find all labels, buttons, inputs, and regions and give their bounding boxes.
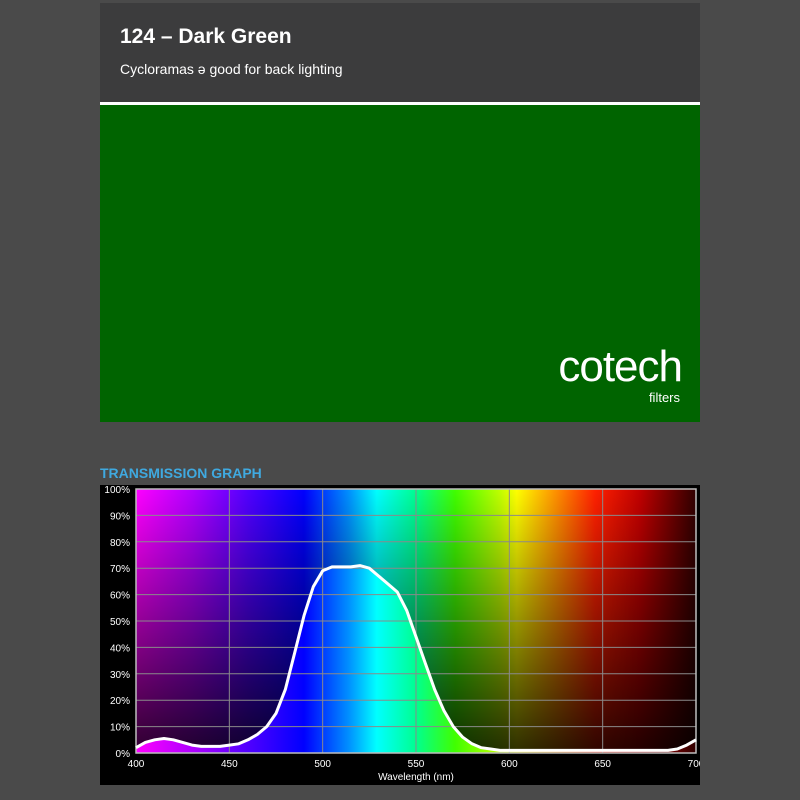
x-axis-label: Wavelength (nm) — [378, 772, 454, 783]
y-tick-label: 10% — [110, 723, 130, 734]
color-swatch: cotech filters — [100, 105, 700, 422]
y-tick-label: 40% — [110, 643, 130, 654]
y-tick-label: 80% — [110, 538, 130, 549]
y-tick-label: 20% — [110, 696, 130, 707]
y-tick-label: 70% — [110, 564, 130, 575]
x-tick-label: 400 — [128, 759, 145, 770]
x-tick-label: 550 — [408, 759, 425, 770]
filter-title: 124 – Dark Green — [120, 25, 292, 48]
transmission-chart: 0%10%20%30%40%50%60%70%80%90%100%400 450 5… — [104, 485, 700, 783]
x-tick-label: 700 — [688, 759, 700, 770]
cotech-logo: cotech — [558, 342, 683, 391]
y-tick-label: 90% — [110, 511, 130, 522]
filter-header: 124 – Dark Green Cycloramas ə good for b… — [100, 3, 700, 105]
x-tick-label: 650 — [594, 759, 611, 770]
y-tick-label: 30% — [110, 670, 130, 681]
y-tick-label: 100% — [104, 485, 130, 496]
x-tick-label: 600 — [501, 759, 518, 770]
transmission-graph: 0% 10% 20% 30% 40% 50% 60% 70% 80% 90% 100% 400 450 5… — [100, 485, 700, 785]
transmission-graph-heading: TRANSMISSION GRAPH — [100, 465, 262, 481]
y-tick-label: 50% — [110, 617, 130, 628]
filter-subtitle: Cycloramas ə good for back lighting — [120, 61, 343, 77]
y-tick-label: 60% — [110, 591, 130, 602]
cotech-logo-tagline: filters — [648, 390, 680, 405]
x-tick-label: 450 — [221, 759, 238, 770]
x-tick-label: 500 — [314, 759, 331, 770]
